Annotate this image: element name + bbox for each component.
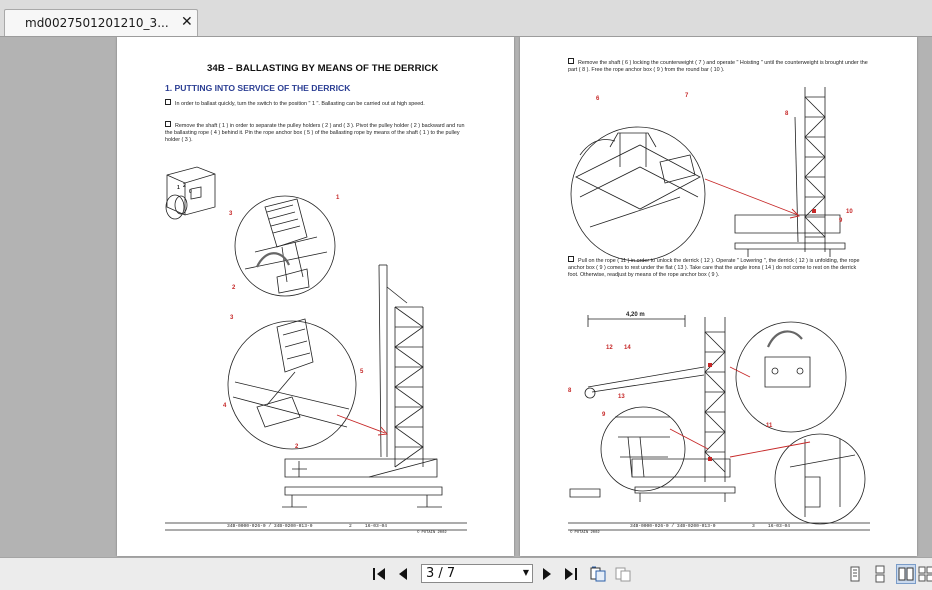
page-3-footer-date: 16-03-04: [768, 524, 791, 529]
pulley-detail-circle-top: [234, 195, 336, 297]
page-3-copyright: © POTAIN 2002: [570, 531, 600, 535]
page-2-footer-date: 16-03-04: [365, 524, 388, 529]
document-tab[interactable]: md0027501201210_3... ✕: [4, 9, 198, 36]
checkbox-bullet-icon: [165, 121, 171, 127]
close-tab-icon[interactable]: ✕: [181, 14, 193, 30]
fit-width-icon[interactable]: [614, 565, 632, 583]
page-2-footer-page: 2: [349, 524, 352, 529]
pulley-detail-circle-middle: [227, 318, 357, 450]
switch-label-2: 2: [183, 183, 186, 189]
page-number-select[interactable]: 3 / 7 ▼: [421, 564, 533, 583]
callout-6: 6: [596, 96, 600, 102]
chevron-down-icon: ▼: [522, 568, 529, 577]
checkbox-bullet-icon: [165, 99, 171, 105]
first-page-icon[interactable]: [370, 565, 388, 583]
counterweight-detail-circle: [570, 126, 706, 262]
continuous-page-icon[interactable]: [871, 565, 889, 583]
checkbox-bullet-icon: [568, 256, 574, 262]
navigation-toolbar: 3 / 7 ▼: [0, 557, 932, 590]
callout-13: 13: [618, 394, 625, 400]
page-2-paragraph-2: Remove the shaft ( 1 ) in order to separ…: [165, 121, 465, 144]
page-3-footer-code: 34B-0000-026-0 / 34B-0200-013-0: [630, 524, 716, 529]
last-page-icon[interactable]: [562, 565, 580, 583]
page-3: Remove the shaft ( 6 ) locking the count…: [520, 37, 917, 556]
callout-2: 2: [232, 285, 236, 291]
callout-12: 12: [606, 345, 613, 351]
next-page-icon[interactable]: [538, 565, 556, 583]
checkbox-bullet-icon: [568, 58, 574, 64]
callout-3-lower: 3: [230, 315, 234, 321]
page-2-paragraph-1: In order to ballast quickly, turn the sw…: [165, 99, 465, 108]
derrick-unfolding-drawing: [569, 315, 866, 525]
callout-4: 4: [223, 403, 227, 409]
callout-14: 14: [624, 345, 631, 351]
callout-1: 1: [336, 195, 340, 201]
prev-page-icon[interactable]: [394, 565, 412, 583]
page-indicator: 3 / 7: [426, 566, 456, 581]
dimension-label: 4,20 m: [626, 312, 645, 318]
page-2-footer-code: 34B-0000-026-0 / 34B-0200-013-0: [227, 524, 313, 529]
detail-arrows-right: [669, 178, 811, 458]
callout-9: 9: [839, 218, 843, 224]
page-3-paragraph-1: Remove the shaft ( 6 ) locking the count…: [568, 58, 868, 74]
page-2-section-title: 1. PUTTING INTO SERVICE OF THE DERRICK: [165, 83, 351, 93]
rotation-arrow-right: [766, 330, 803, 348]
crane-tower-top-drawing: [734, 87, 846, 257]
tab-bar: md0027501201210_3... ✕: [0, 0, 932, 37]
callout-2-lower: 2: [295, 444, 299, 450]
two-page-continuous-icon[interactable]: [918, 565, 932, 583]
page-3-illustrations: [568, 87, 870, 531]
page-3-paragraph-2: Pull on the rope ( 11 ) in order to unlo…: [568, 256, 860, 279]
detail-arrows: [336, 414, 388, 436]
single-page-icon[interactable]: [846, 565, 864, 583]
callout-7: 7: [685, 93, 689, 99]
callout-8: 8: [785, 111, 789, 117]
two-page-icon[interactable]: [896, 564, 916, 584]
page-2: 34B – BALLASTING BY MEANS OF THE DERRICK…: [117, 37, 514, 556]
callout-9-lower: 9: [602, 412, 606, 418]
callout-11: 11: [766, 423, 773, 429]
callout-10: 10: [846, 209, 853, 215]
page-3-footer-page: 3: [752, 524, 755, 529]
callout-5: 5: [360, 369, 364, 375]
callout-8-lower: 8: [568, 388, 572, 394]
callout-3: 3: [229, 211, 233, 217]
document-viewer[interactable]: 34B – BALLASTING BY MEANS OF THE DERRICK…: [0, 37, 932, 557]
page-2-illustrations: [165, 166, 467, 531]
crane-tower-drawing: [282, 264, 443, 508]
page-2-copyright: © POTAIN 2002: [417, 531, 447, 535]
switch-label-0: 0: [189, 189, 192, 195]
tab-title: md0027501201210_3...: [25, 16, 169, 30]
fit-page-icon[interactable]: [589, 565, 607, 583]
switch-label-1: 1: [177, 185, 180, 191]
red-markers: [708, 209, 816, 461]
page-2-title: 34B – BALLASTING BY MEANS OF THE DERRICK: [207, 63, 439, 74]
